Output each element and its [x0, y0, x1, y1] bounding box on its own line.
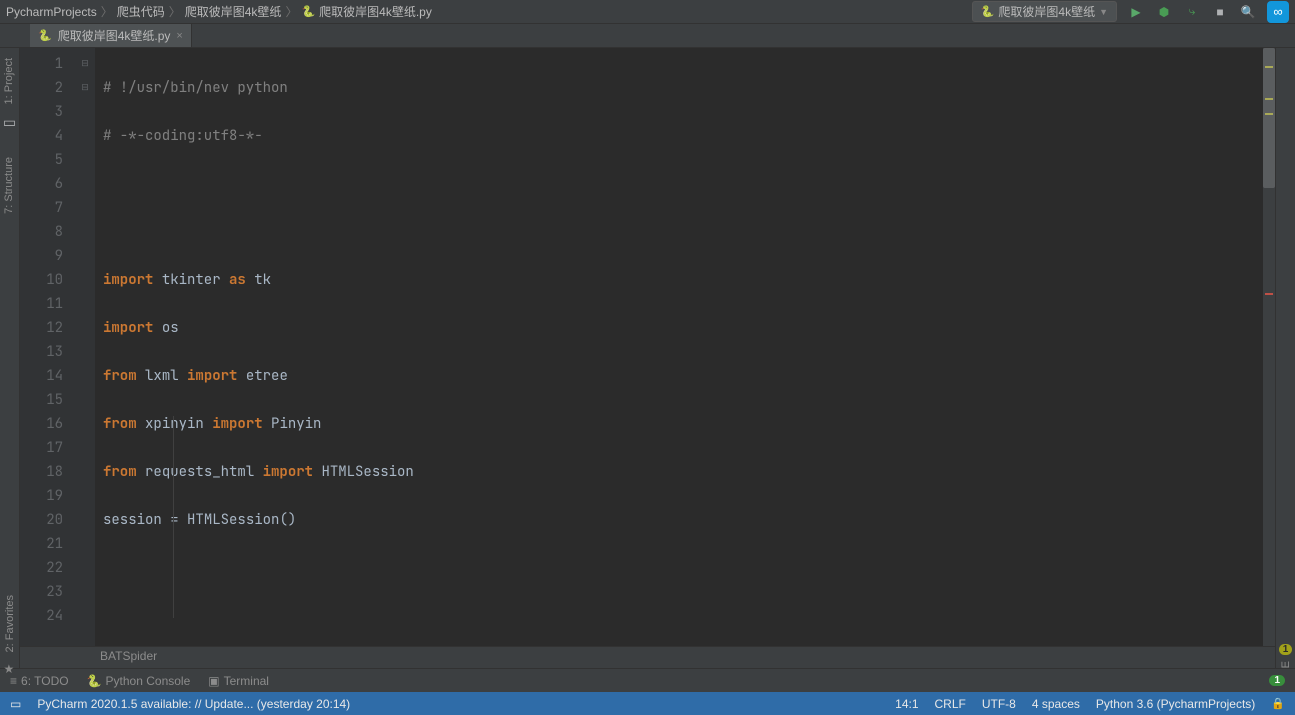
line-num: 22 [24, 556, 63, 580]
update-notice[interactable]: PyCharm 2020.1.5 available: // Update...… [37, 697, 350, 711]
right-tool-strip: 1 E [1275, 48, 1295, 668]
line-num: 3 [24, 100, 63, 124]
line-separator[interactable]: CRLF [935, 697, 966, 711]
line-num: 16 [24, 412, 63, 436]
python-file-icon: 🐍 [301, 5, 315, 18]
editor-scrollbar[interactable] [1263, 48, 1275, 646]
line-num: 5 [24, 148, 63, 172]
run-config-selector[interactable]: 🐍 爬取彼岸图4k壁纸 ▼ [972, 1, 1117, 22]
events-tool-button[interactable]: E [1280, 657, 1292, 668]
cursor-position[interactable]: 14:1 [895, 697, 918, 711]
terminal-button[interactable]: ▣ Terminal [208, 674, 269, 688]
scroll-thumb[interactable] [1263, 48, 1275, 188]
bottom-tool-bar: ≡ 6: TODO 🐍 Python Console ▣ Terminal 1 [0, 668, 1295, 692]
run-button[interactable]: ▶ [1127, 3, 1145, 21]
line-num: 4 [24, 124, 63, 148]
editor-tabs: 🐍 爬取彼岸图4k壁纸.py × [0, 24, 1295, 48]
crumb-root[interactable]: PycharmProjects [6, 5, 97, 19]
cloud-sync-icon[interactable]: ∞ [1267, 1, 1289, 23]
fold-gutter: ⊟ ⊟ [75, 48, 95, 646]
file-encoding[interactable]: UTF-8 [982, 697, 1016, 711]
line-num: 9 [24, 244, 63, 268]
line-num: 24 [24, 604, 63, 628]
line-num: 18 [24, 460, 63, 484]
line-num: 19 [24, 484, 63, 508]
close-tab-button[interactable]: × [176, 30, 182, 42]
chevron-right-icon: 〉 [169, 3, 181, 20]
crumb-folder-1[interactable]: 爬虫代码 [117, 3, 165, 20]
crumb-file[interactable]: 爬取彼岸图4k壁纸.py [319, 3, 432, 20]
project-tool-button[interactable]: 1: Project [3, 52, 15, 110]
crumb-folder-2[interactable]: 爬取彼岸图4k壁纸 [185, 3, 282, 20]
tab-label: 爬取彼岸图4k壁纸.py [58, 27, 171, 44]
chevron-right-icon: 〉 [285, 3, 297, 20]
structure-tool-button[interactable]: 7: Structure [3, 151, 15, 220]
left-tool-strip: 1: Project ▭ 7: Structure 2: Favorites ★ [0, 48, 20, 668]
chevron-down-icon: ▼ [1099, 7, 1108, 17]
tab-active[interactable]: 🐍 爬取彼岸图4k壁纸.py × [30, 24, 192, 47]
fold-icon[interactable]: ⊟ [75, 52, 95, 76]
ide-info-icon[interactable]: ▭ [10, 697, 21, 711]
lock-icon[interactable]: 🔒 [1271, 697, 1285, 710]
code-crumb-trail[interactable]: BATSpider [20, 646, 1275, 668]
python-file-icon: 🐍 [38, 29, 52, 42]
warning-badge[interactable]: 1 [1279, 644, 1293, 655]
stop-button[interactable]: ■ [1211, 3, 1229, 21]
indent-setting[interactable]: 4 spaces [1032, 697, 1080, 711]
status-bar: ▭ PyCharm 2020.1.5 available: // Update.… [0, 692, 1295, 715]
line-num: 8 [24, 220, 63, 244]
line-num: 13 [24, 340, 63, 364]
debug-button[interactable]: ⬢ [1155, 3, 1173, 21]
line-num: 11 [24, 292, 63, 316]
favorites-tool-button[interactable]: 2: Favorites [4, 589, 16, 658]
folder-icon[interactable]: ▭ [3, 114, 16, 131]
interpreter[interactable]: Python 3.6 (PycharmProjects) [1096, 697, 1255, 711]
line-num: 10 [24, 268, 63, 292]
line-num: 6 [24, 172, 63, 196]
todo-tool-button[interactable]: ≡ 6: TODO [10, 674, 69, 688]
python-icon: 🐍 [981, 5, 995, 18]
line-num: 21 [24, 532, 63, 556]
line-num: 17 [24, 436, 63, 460]
chevron-right-icon: 〉 [101, 3, 113, 20]
code-editor[interactable]: # !/usr/bin/nev python # -*-coding:utf8-… [95, 48, 1263, 646]
line-num: 15 [24, 388, 63, 412]
line-num: 23 [24, 580, 63, 604]
event-log-badge[interactable]: 1 [1269, 675, 1285, 686]
run-config-name: 爬取彼岸图4k壁纸 [998, 3, 1095, 20]
code-crumb[interactable]: BATSpider [100, 649, 157, 663]
line-num: 7 [24, 196, 63, 220]
line-num: 12 [24, 316, 63, 340]
search-button[interactable]: 🔍 [1239, 3, 1257, 21]
line-num: 14 [24, 364, 63, 388]
python-console-button[interactable]: 🐍 Python Console [87, 674, 191, 688]
line-num: 2 [24, 76, 63, 100]
attach-button[interactable]: ⤷ [1183, 3, 1201, 21]
line-number-gutter: 1 2 3 4 5 6 7 8 9 10 11 12 13 14 15 16 1… [20, 48, 75, 646]
line-num: 20 [24, 508, 63, 532]
line-num: 1 [24, 52, 63, 76]
breadcrumb: PycharmProjects 〉 爬虫代码 〉 爬取彼岸图4k壁纸 〉 🐍 爬… [6, 3, 972, 20]
fold-icon[interactable]: ⊟ [75, 76, 95, 100]
